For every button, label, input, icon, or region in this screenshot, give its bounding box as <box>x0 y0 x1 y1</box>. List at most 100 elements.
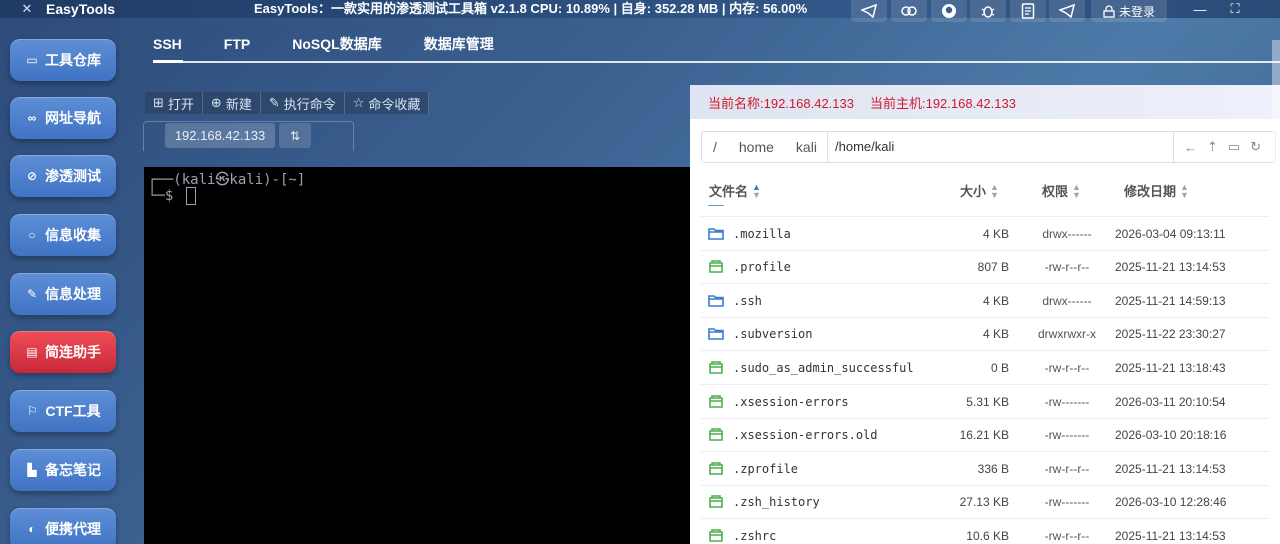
sidebar-item-connect-helper[interactable]: ▤ 简连助手 <box>10 331 116 373</box>
file-modified-date: 2026-03-10 12:28:46 <box>1115 495 1227 510</box>
file-permissions: drwx------ <box>1042 293 1092 308</box>
edit-icon: ✎ <box>26 287 38 301</box>
sidebar-item-label: 信息处理 <box>45 286 101 302</box>
path-input[interactable]: /home/kali <box>827 132 1174 162</box>
sidebar-item-info-gather[interactable]: ○ 信息收集 <box>10 214 116 256</box>
folder-icon <box>708 328 724 341</box>
file-name: .ssh <box>733 293 762 308</box>
login-label: 未登录 <box>1118 4 1155 19</box>
sidebar-item-label: 信息收集 <box>45 227 101 243</box>
file-size: 5.31 KB <box>966 394 1009 409</box>
sidebar-item-url-nav[interactable]: ∞ 网址导航 <box>10 97 116 139</box>
send-icon <box>1059 4 1075 18</box>
table-row[interactable]: .subversion 4 KB drwxrwxr-x 2025-11-22 23:3… <box>701 317 1269 352</box>
open-button[interactable]: ⊞ 打开 <box>145 92 203 114</box>
document-button[interactable] <box>1010 0 1046 22</box>
search-icon: ○ <box>28 228 36 242</box>
column-size-label: 大小 <box>960 184 987 199</box>
table-row[interactable]: .sudo_as_admin_successful 0 B -rw-r--r-- 20… <box>701 351 1269 385</box>
github-button[interactable] <box>931 0 967 22</box>
session-sort-button[interactable]: ⇅ <box>279 123 311 148</box>
folder-icon[interactable]: ▭ <box>1228 139 1240 155</box>
file-permissions: drwx------ <box>1042 226 1092 241</box>
open-label: 打开 <box>167 96 194 112</box>
sidebar-item-notes[interactable]: ▙ 备忘笔记 <box>10 449 116 491</box>
file-name: .xsession-errors <box>733 394 849 409</box>
table-row[interactable]: .zsh_history 27.13 KB -rw------- 2026-03-10… <box>701 485 1269 520</box>
tab-nosql[interactable]: NoSQL数据库 <box>292 30 381 60</box>
scrollbar[interactable] <box>1272 40 1280 544</box>
login-button[interactable]: 未登录 <box>1091 0 1167 22</box>
terminal-input-line: └─$ <box>148 187 196 205</box>
file-size: 0 B <box>990 361 1009 375</box>
table-row[interactable]: .xsession-errors 5.31 KB -rw------- 2026-03… <box>701 385 1269 419</box>
telegram-button[interactable] <box>851 0 887 22</box>
file-icon <box>709 361 723 374</box>
sidebar-item-label: 备忘笔记 <box>45 462 101 478</box>
file-list: .local 4 KB drwxr-xr-x 2025-11-21 13:13:53.… <box>690 205 1280 544</box>
tab-ftp[interactable]: FTP <box>224 30 250 60</box>
shield-icon: ◐ <box>28 522 36 536</box>
breadcrumb-root[interactable]: / <box>702 132 728 162</box>
column-header-size[interactable]: 大小 ▲ ▼ <box>960 181 999 200</box>
link-button[interactable] <box>891 0 927 22</box>
tools-icon: ✕ <box>21 1 33 16</box>
file-browser: 当前名称:192.168.42.133 当前主机:192.168.42.133 … <box>690 85 1280 544</box>
table-row[interactable]: .ssh 4 KB drwx------ 2025-11-21 14:59:13 <box>701 284 1269 318</box>
file-modified-date: 2026-03-11 20:10:54 <box>1115 394 1226 409</box>
document-icon <box>1021 3 1035 19</box>
column-header-name[interactable]: 文件名 ▲ ▼ <box>709 181 761 200</box>
column-header-perm[interactable]: 权限 ▲ ▼ <box>1042 181 1081 200</box>
table-row[interactable]: .zprofile 336 B -rw-r--r-- 2025-11-21 13:14… <box>701 452 1269 486</box>
breadcrumb-home[interactable]: home <box>728 132 785 162</box>
file-size: 4 KB <box>929 205 1009 217</box>
file-modified-date: 2026-03-10 20:18:16 <box>1115 428 1227 443</box>
file-size: 16.21 KB <box>959 428 1009 443</box>
sidebar-item-info-process[interactable]: ✎ 信息处理 <box>10 273 116 315</box>
folder-icon <box>708 227 724 240</box>
sidebar-item-proxy[interactable]: ◐ 便携代理 <box>10 508 116 544</box>
file-permissions: -rw-r--r-- <box>1044 461 1090 476</box>
column-header-date[interactable]: 修改日期 ▲ ▼ <box>1124 181 1189 200</box>
sidebar-item-label: CTF工具 <box>45 403 101 419</box>
file-size: 336 B <box>977 461 1009 476</box>
new-button[interactable]: ⊕ 新建 <box>203 92 261 114</box>
maximize-icon: ⛶ <box>1230 1 1240 16</box>
file-modified-date: 2025-11-21 14:59:13 <box>1115 293 1226 308</box>
exec-command-button[interactable]: ✎ 执行命令 <box>261 92 345 114</box>
breadcrumb-kali[interactable]: kali <box>785 132 828 162</box>
sidebar: ▭ 工具仓库 ∞ 网址导航 ⊘ 渗透测试 ○ 信息收集 ✎ 信息处理 ▤ 简连助手 ⚐ CTF… <box>0 18 140 544</box>
table-row[interactable]: .profile 807 B -rw-r--r-- 2025-11-21 13:14:… <box>701 250 1269 285</box>
file-icon <box>709 495 723 509</box>
sidebar-item-ctf[interactable]: ⚐ CTF工具 <box>10 390 116 432</box>
table-row[interactable]: .xsession-errors.old 16.21 KB -rw------- 20… <box>701 418 1269 453</box>
file-name: .xsession-errors.old <box>733 428 878 443</box>
github-icon <box>942 4 956 18</box>
sidebar-item-label: 便携代理 <box>45 521 101 537</box>
upload-icon[interactable]: ⇡ <box>1207 139 1218 155</box>
file-permissions: -rw-r--r-- <box>1044 529 1090 543</box>
sidebar-item-tool-repo[interactable]: ▭ 工具仓库 <box>10 39 116 81</box>
table-row[interactable]: .mozilla 4 KB drwx------ 2026-03-04 09:13:1… <box>701 217 1269 251</box>
sort-icon: ⇅ <box>289 128 301 143</box>
file-permissions: -rw------- <box>1044 428 1090 443</box>
file-size: 27.13 KB <box>959 495 1009 510</box>
sort-icon: ▲ ▼ <box>990 181 999 200</box>
compass-icon: ⊘ <box>26 169 38 183</box>
tab-ssh[interactable]: SSH <box>153 30 182 60</box>
tab-db-manage[interactable]: 数据库管理 <box>424 30 494 60</box>
terminal[interactable]: ┌──(kali㉿kali)-[~] └─$ <box>144 167 690 544</box>
send-button[interactable] <box>1049 0 1085 22</box>
session-tab[interactable]: 192.168.42.133 <box>165 123 275 148</box>
refresh-icon[interactable]: ↻ <box>1250 139 1261 155</box>
file-modified-date: 2025-11-21 13:14:53 <box>1115 260 1226 275</box>
bug-button[interactable] <box>970 0 1006 22</box>
table-row[interactable]: .local 4 KB drwxr-xr-x 2025-11-21 13:13:53 <box>701 205 1269 217</box>
maximize-button[interactable]: ⛶ <box>1220 0 1250 18</box>
sidebar-item-pentest[interactable]: ⊘ 渗透测试 <box>10 155 116 197</box>
minimize-button[interactable]: — <box>1185 0 1215 18</box>
table-row[interactable]: .zshrc 10.6 KB -rw-r--r-- 2025-11-21 13:14:… <box>701 519 1269 544</box>
command-favorites-button[interactable]: ☆ 命令收藏 <box>345 92 430 114</box>
back-icon[interactable]: ← <box>1184 140 1197 155</box>
folder-icon <box>708 205 724 206</box>
